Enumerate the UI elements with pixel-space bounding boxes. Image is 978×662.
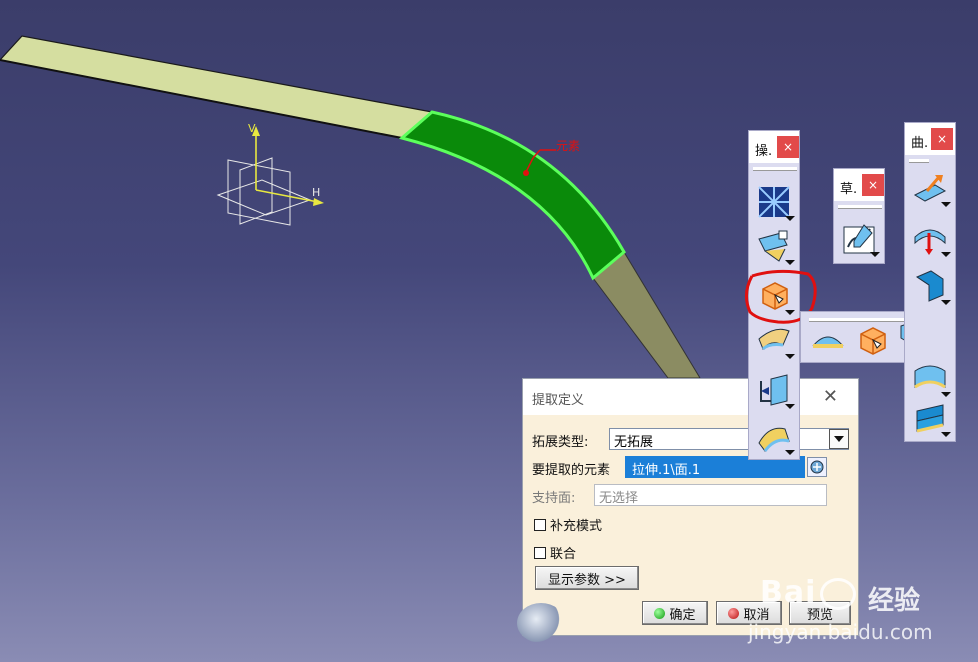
element-to-extract-label: 要提取的元素 (532, 463, 611, 478)
element-picker-icon (810, 460, 824, 474)
sketcher-tool-button[interactable] (842, 221, 880, 257)
sketch-toolbar-header[interactable]: 草. × (834, 169, 884, 201)
axis-system-icon[interactable] (216, 126, 324, 226)
watermark-logo-cn: 经验 (868, 586, 921, 616)
ok-button[interactable]: 确定 (642, 601, 708, 625)
show-parameters-button[interactable]: 显示参数 >> (535, 566, 639, 590)
toolbar-grip[interactable] (838, 205, 882, 209)
extrude-surface-tool-button[interactable] (913, 171, 951, 207)
federation-checkbox[interactable]: 联合 (534, 543, 576, 562)
boundary-tool-button[interactable] (811, 324, 845, 358)
globe-decoration-icon (517, 603, 565, 643)
offset-surface-tool-button[interactable] (913, 221, 951, 257)
ok-label: 确定 (669, 607, 696, 623)
cancel-icon (728, 607, 740, 619)
support-label: 支持面: (532, 491, 576, 506)
join-tool-button[interactable] (757, 185, 795, 221)
selected-curved-face[interactable] (398, 110, 626, 281)
translate-icon (760, 374, 788, 406)
extrapolate-tool-button[interactable] (757, 419, 795, 455)
complement-mode-label: 补充模式 (550, 519, 603, 534)
translate-tool-button[interactable] (757, 373, 795, 409)
element-label: 元素 (556, 139, 580, 153)
axis-h-label: H (312, 186, 320, 199)
blend-surface-icon (916, 404, 944, 433)
element-picker-button[interactable] (807, 457, 827, 477)
federation-box[interactable] (534, 546, 546, 559)
extract-flyout-icon (860, 327, 886, 355)
chevron-down-icon (834, 436, 844, 442)
boundary-icon (812, 336, 844, 348)
show-parameters-label: 显示参数 >> (548, 572, 626, 588)
extend-type-label: 拓展类型: (532, 435, 589, 450)
operations-toolbar-header[interactable]: 操. × (749, 131, 799, 163)
extrude-surface-icon (913, 175, 947, 202)
toolbar-grip[interactable] (909, 159, 929, 163)
dialog-title: 提取定义 (532, 393, 585, 408)
dialog-close-icon[interactable]: ✕ (823, 386, 838, 407)
operations-toolbar-title: 操. (755, 144, 773, 159)
surfaces-toolbar-title: 曲. (911, 136, 929, 151)
sweep-surface-tool-button[interactable] (913, 269, 951, 305)
flat-surface-strip[interactable] (0, 35, 434, 139)
federation-label: 联合 (550, 547, 577, 562)
offset-surface-icon (914, 229, 946, 255)
support-value: 无选择 (599, 491, 639, 506)
sketch-toolbar-title: 草. (840, 182, 858, 197)
extract-flyout-button[interactable] (855, 324, 889, 358)
lower-surface-strip[interactable] (592, 251, 701, 379)
surfaces-toolbar: 曲. × (904, 122, 956, 442)
join-icon (758, 186, 790, 218)
complement-mode-checkbox[interactable]: 补充模式 (534, 515, 602, 534)
extrapolate-icon (758, 427, 790, 452)
ok-icon (654, 607, 666, 619)
blend-surface-tool-button[interactable] (913, 401, 951, 437)
healing-tool-button[interactable] (757, 229, 795, 265)
fill-surface-icon (914, 365, 946, 389)
watermark-url: jingyan.baidu.com (748, 620, 933, 644)
paw-icon (820, 577, 857, 610)
surfaces-toolbar-header[interactable]: 曲. × (905, 123, 955, 155)
extend-type-dropdown-button[interactable] (829, 429, 849, 449)
axis-v-label: V (248, 122, 256, 135)
watermark-logo: Bai (760, 575, 857, 610)
healing-icon (758, 230, 788, 262)
complement-mode-box[interactable] (534, 518, 546, 531)
toolbar-grip[interactable] (753, 167, 797, 171)
element-to-extract-value: 拉伸.1\面.1 (630, 463, 703, 478)
dialog-titlebar[interactable]: 提取定义 ✕ (523, 379, 858, 415)
sketch-toolbar-close-button[interactable]: × (862, 174, 884, 196)
surfaces-toolbar-close-button[interactable]: × (931, 128, 953, 150)
sketch-toolbar: 草. × (833, 168, 885, 264)
extend-type-value: 无拓展 (614, 435, 654, 450)
fill-surface-tool-button[interactable] (913, 361, 951, 397)
operations-toolbar-close-button[interactable]: × (777, 136, 799, 158)
sketcher-icon (843, 224, 875, 254)
sweep-surface-icon (915, 270, 944, 302)
support-field: 无选择 (594, 484, 827, 506)
extend-type-select[interactable]: 无拓展 (609, 428, 849, 450)
